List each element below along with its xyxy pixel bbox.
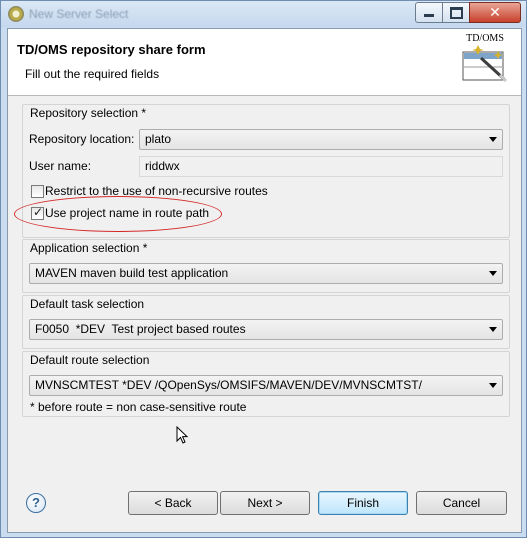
task-group-title: Default task selection — [30, 297, 145, 311]
app-icon — [8, 6, 24, 22]
user-name-label: User name: — [29, 159, 92, 173]
application-group-title: Application selection * — [30, 241, 148, 255]
chevron-down-icon — [489, 137, 497, 142]
application-value: MAVEN maven build test application — [35, 266, 229, 280]
restrict-nonrecursive-checkbox[interactable] — [31, 185, 44, 198]
cancel-button[interactable]: Cancel — [416, 491, 507, 515]
page-title: TD/OMS repository share form — [17, 42, 206, 57]
page-subtitle: Fill out the required fields — [25, 67, 160, 81]
finish-button[interactable]: Finish — [318, 491, 408, 515]
dialog-client: TD/OMS repository share form Fill out th… — [7, 28, 522, 533]
route-select[interactable]: MVNSCMTEST *DEV /QOpenSys/OMSIFS/MAVEN/D… — [29, 375, 503, 396]
maximize-button[interactable] — [442, 2, 470, 23]
route-note: * before route = non case-sensitive rout… — [30, 400, 247, 414]
chevron-down-icon — [489, 271, 497, 276]
user-name-field: riddwx — [139, 156, 503, 177]
dialog-window: New Server Select ✕ TD/OMS repository sh… — [0, 0, 527, 538]
help-button[interactable]: ? — [26, 493, 46, 513]
minimize-button[interactable] — [415, 2, 443, 23]
close-icon: ✕ — [489, 4, 501, 21]
repository-location-label: Repository location: — [29, 132, 135, 146]
chevron-down-icon — [489, 383, 497, 388]
task-selection-group: Default task selection F0050 *DEV Test p… — [22, 295, 510, 349]
restrict-nonrecursive-label[interactable]: Restrict to the use of non-recursive rou… — [45, 184, 268, 198]
task-value: F0050 *DEV Test project based routes — [35, 322, 246, 336]
wizard-logo-icon: TD/OMS — [454, 31, 516, 89]
back-button[interactable]: < Back — [128, 491, 218, 515]
minimize-icon — [424, 14, 434, 17]
route-value: MVNSCMTEST *DEV /QOpenSys/OMSIFS/MAVEN/D… — [35, 378, 422, 392]
highlight-annotation — [14, 196, 222, 232]
maximize-icon — [449, 6, 463, 19]
header-banner: TD/OMS repository share form Fill out th… — [8, 29, 521, 96]
close-button[interactable]: ✕ — [469, 2, 521, 23]
task-select[interactable]: F0050 *DEV Test project based routes — [29, 319, 503, 340]
user-name-value: riddwx — [145, 159, 180, 173]
route-group-title: Default route selection — [30, 353, 150, 367]
title-bar[interactable]: New Server Select ✕ — [1, 1, 526, 27]
mouse-cursor-icon — [176, 426, 189, 444]
chevron-down-icon — [489, 327, 497, 332]
repository-group-title: Repository selection * — [30, 106, 147, 120]
application-selection-group: Application selection * MAVEN maven buil… — [22, 239, 510, 293]
window-title: New Server Select — [29, 7, 129, 21]
repository-location-value: plato — [145, 132, 172, 146]
application-select[interactable]: MAVEN maven build test application — [29, 263, 503, 284]
route-selection-group: Default route selection MVNSCMTEST *DEV … — [22, 351, 510, 417]
repository-location-select[interactable]: plato — [139, 129, 503, 150]
next-button[interactable]: Next > — [220, 491, 310, 515]
